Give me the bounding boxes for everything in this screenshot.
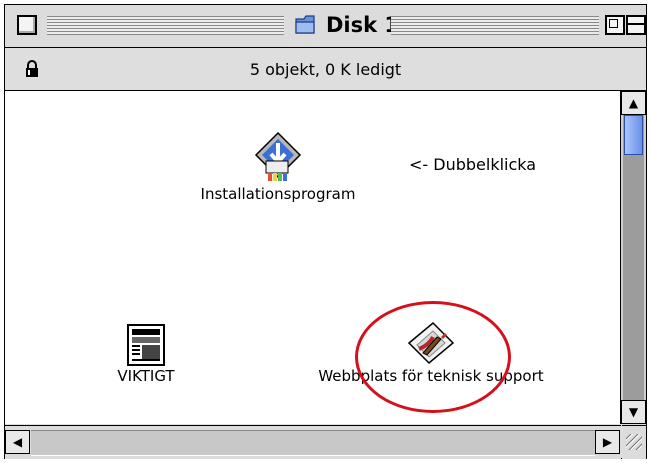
scroll-right-button[interactable]: ▶ bbox=[595, 430, 620, 454]
double-click-hint: <- Dubbelklicka bbox=[409, 155, 537, 174]
zoom-box[interactable] bbox=[605, 15, 625, 35]
title-stripes-right bbox=[391, 16, 599, 35]
arrow-down-icon: ▼ bbox=[628, 405, 639, 419]
horizontal-scroll-track[interactable] bbox=[31, 430, 595, 456]
folder-icon bbox=[294, 14, 320, 36]
newspaper-document-icon bbox=[101, 323, 191, 367]
title-stripes-left bbox=[47, 16, 284, 35]
item-label: Installationsprogram bbox=[200, 185, 356, 203]
window-title-text: Disk 1 bbox=[326, 13, 400, 37]
close-box[interactable] bbox=[17, 15, 37, 35]
highlight-circle bbox=[355, 301, 511, 413]
scroll-left-button[interactable]: ◀ bbox=[5, 430, 30, 454]
vertical-scroll-thumb[interactable] bbox=[624, 115, 643, 155]
vertical-scroll-track[interactable] bbox=[623, 115, 644, 400]
arrow-left-icon: ◀ bbox=[12, 435, 23, 449]
arrow-up-icon: ▲ bbox=[628, 96, 639, 110]
window-header: 5 objekt, 0 K ledigt bbox=[5, 48, 646, 91]
horizontal-scrollbar[interactable]: ◀ ▶ bbox=[5, 425, 621, 459]
installer-item[interactable]: Installationsprogram bbox=[183, 131, 373, 203]
item-count-text: 5 objekt, 0 K ledigt bbox=[249, 60, 402, 79]
vertical-scrollbar[interactable]: ▲ ▼ bbox=[621, 91, 646, 424]
window-title: Disk 1 bbox=[290, 11, 404, 39]
collapse-box[interactable] bbox=[626, 15, 646, 35]
arrow-right-icon: ▶ bbox=[602, 435, 613, 449]
finder-window: Disk 1 5 objekt, 0 K ledigt Installation… bbox=[4, 4, 647, 459]
item-label: VIKTIGT bbox=[117, 367, 175, 385]
installer-icon bbox=[183, 131, 373, 185]
scroll-up-button[interactable]: ▲ bbox=[621, 91, 646, 115]
icon-view: Installationsprogram <- Dubbelklicka VIK… bbox=[5, 91, 621, 424]
scroll-down-button[interactable]: ▼ bbox=[621, 400, 646, 424]
viktigt-item[interactable]: VIKTIGT bbox=[101, 323, 191, 385]
resize-grip-icon[interactable] bbox=[622, 425, 646, 459]
title-bar[interactable]: Disk 1 bbox=[5, 5, 646, 48]
